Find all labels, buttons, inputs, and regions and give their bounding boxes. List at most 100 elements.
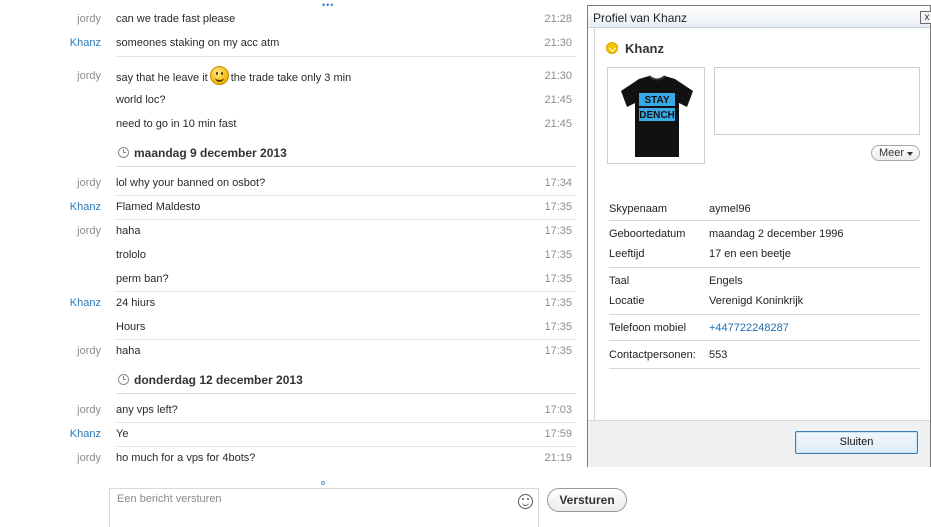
message-row: jordy ho much for a vps for 4bots? 21:19 [0, 448, 580, 468]
mood-message-box [714, 67, 920, 135]
language-value: Engels [709, 275, 743, 287]
more-button[interactable]: Meer [871, 145, 920, 161]
resize-handle-icon[interactable] [321, 481, 325, 485]
sender-name[interactable]: jordy [0, 400, 101, 420]
sender-name[interactable]: jordy [0, 173, 101, 193]
message-row: Khanz Ye 17:59 [0, 424, 580, 444]
phone-link[interactable]: +447722248287 [709, 321, 789, 335]
message-text-part: say that he leave it [116, 72, 208, 84]
message-text: haha [116, 225, 141, 237]
skypename-label: Skypenaam [609, 203, 668, 215]
message-row: trololo 17:35 [0, 245, 580, 265]
close-icon[interactable]: x [920, 11, 931, 24]
message-time: 21:30 [544, 37, 572, 49]
clock-icon [118, 374, 129, 385]
shirt-text-line1: STAY [644, 95, 669, 106]
message-row: jordy any vps left? 17:03 [0, 400, 580, 420]
divider [609, 267, 920, 268]
divider [116, 56, 576, 57]
message-text: ho much for a vps for 4bots? [116, 452, 256, 464]
message-time: 17:35 [544, 297, 572, 309]
message-row: Khanz Flamed Maldesto 17:35 [0, 197, 580, 217]
sender-name[interactable]: jordy [0, 221, 101, 241]
dialog-footer: Sluiten [588, 420, 930, 467]
sender-name[interactable]: jordy [0, 9, 101, 29]
message-text: say that he leave it the trade take only … [116, 66, 351, 88]
birthdate-value: maandag 2 december 1996 [709, 228, 844, 240]
message-text: trololo [116, 249, 146, 261]
window-titlebar[interactable]: Profiel van Khanz x [588, 6, 931, 28]
message-time: 21:30 [544, 70, 572, 82]
message-text: Flamed Maldesto [116, 201, 201, 213]
message-text: Ye [116, 428, 129, 440]
message-text: haha [116, 345, 141, 357]
message-time: 17:34 [544, 177, 572, 189]
sender-name[interactable]: Khanz [0, 197, 101, 217]
sender-name[interactable]: Khanz [0, 293, 101, 313]
sender-name[interactable]: jordy [0, 448, 101, 468]
profile-name: Khanz [625, 41, 664, 56]
contacts-value: 553 [709, 349, 728, 361]
sender-name[interactable]: Khanz [0, 33, 101, 53]
message-row: Hours 17:35 [0, 317, 580, 337]
message-time: 21:19 [544, 452, 572, 464]
message-row: jordy can we trade fast please 21:28 [0, 9, 580, 29]
divider [609, 220, 920, 221]
message-row: jordy say that he leave it the trade take… [0, 66, 580, 86]
profile-content: Khanz STAY DENCH Meer Skypenaam aymel96 … [594, 28, 931, 420]
online-status-icon [606, 42, 618, 54]
message-time: 17:35 [544, 321, 572, 333]
message-text: world loc? [116, 94, 166, 106]
message-time: 17:35 [544, 345, 572, 357]
message-time: 17:59 [544, 428, 572, 440]
divider [116, 422, 576, 423]
avatar: STAY DENCH [607, 67, 705, 164]
message-input[interactable] [117, 493, 497, 505]
message-row: need to go in 10 min fast 21:45 [0, 114, 580, 134]
message-text: lol why your banned on osbot? [116, 177, 266, 189]
date-header-label: maandag 9 december 2013 [134, 146, 287, 160]
divider [116, 291, 576, 292]
message-time: 21:45 [544, 94, 572, 106]
message-text-part: the trade take only 3 min [230, 72, 352, 84]
smile-emoticon-icon [209, 66, 229, 85]
shirt-text-line2: DENCH [639, 110, 675, 121]
date-header: donderdag 12 december 2013 [116, 368, 576, 394]
message-time: 17:35 [544, 249, 572, 261]
chat-pane: ••• jordy can we trade fast please 21:28… [0, 0, 627, 527]
send-button[interactable]: Versturen [547, 488, 627, 512]
divider [116, 339, 576, 340]
location-label: Locatie [609, 295, 645, 307]
smiley-icon[interactable] [518, 494, 533, 509]
message-row: Khanz someones staking on my acc atm 21:… [0, 33, 580, 53]
message-time: 17:35 [544, 225, 572, 237]
divider [609, 368, 920, 369]
resize-grip-icon[interactable]: ••• [322, 1, 334, 10]
message-text: someones staking on my acc atm [116, 37, 280, 49]
location-value: Verenigd Koninkrijk [709, 295, 804, 307]
message-text: Hours [116, 321, 146, 333]
tshirt-image: STAY DENCH [621, 75, 693, 157]
message-time: 17:35 [544, 201, 572, 213]
message-row: world loc? 21:45 [0, 90, 580, 110]
message-time: 21:45 [544, 118, 572, 130]
phone-label: Telefoon mobiel [609, 322, 687, 334]
profile-window: Profiel van Khanz x Khanz STAY DENCH Mee… [587, 5, 931, 467]
sender-name[interactable]: Khanz [0, 424, 101, 444]
divider [116, 446, 576, 447]
close-button[interactable]: Sluiten [795, 431, 918, 454]
message-row: jordy haha 17:35 [0, 341, 580, 361]
sender-name[interactable]: jordy [0, 341, 101, 361]
date-header-label: donderdag 12 december 2013 [134, 373, 303, 387]
message-text: 24 hiurs [116, 297, 156, 309]
message-time: 21:28 [544, 13, 572, 25]
sender-name[interactable]: jordy [0, 66, 101, 86]
divider [609, 314, 920, 315]
contacts-label: Contactpersonen: [609, 349, 696, 361]
message-text: need to go in 10 min fast [116, 118, 237, 130]
message-composer[interactable] [109, 488, 539, 527]
message-row: jordy lol why your banned on osbot? 17:3… [0, 173, 580, 193]
skypename-value: aymel96 [709, 203, 751, 215]
message-time: 17:35 [544, 273, 572, 285]
message-row: perm ban? 17:35 [0, 269, 580, 289]
